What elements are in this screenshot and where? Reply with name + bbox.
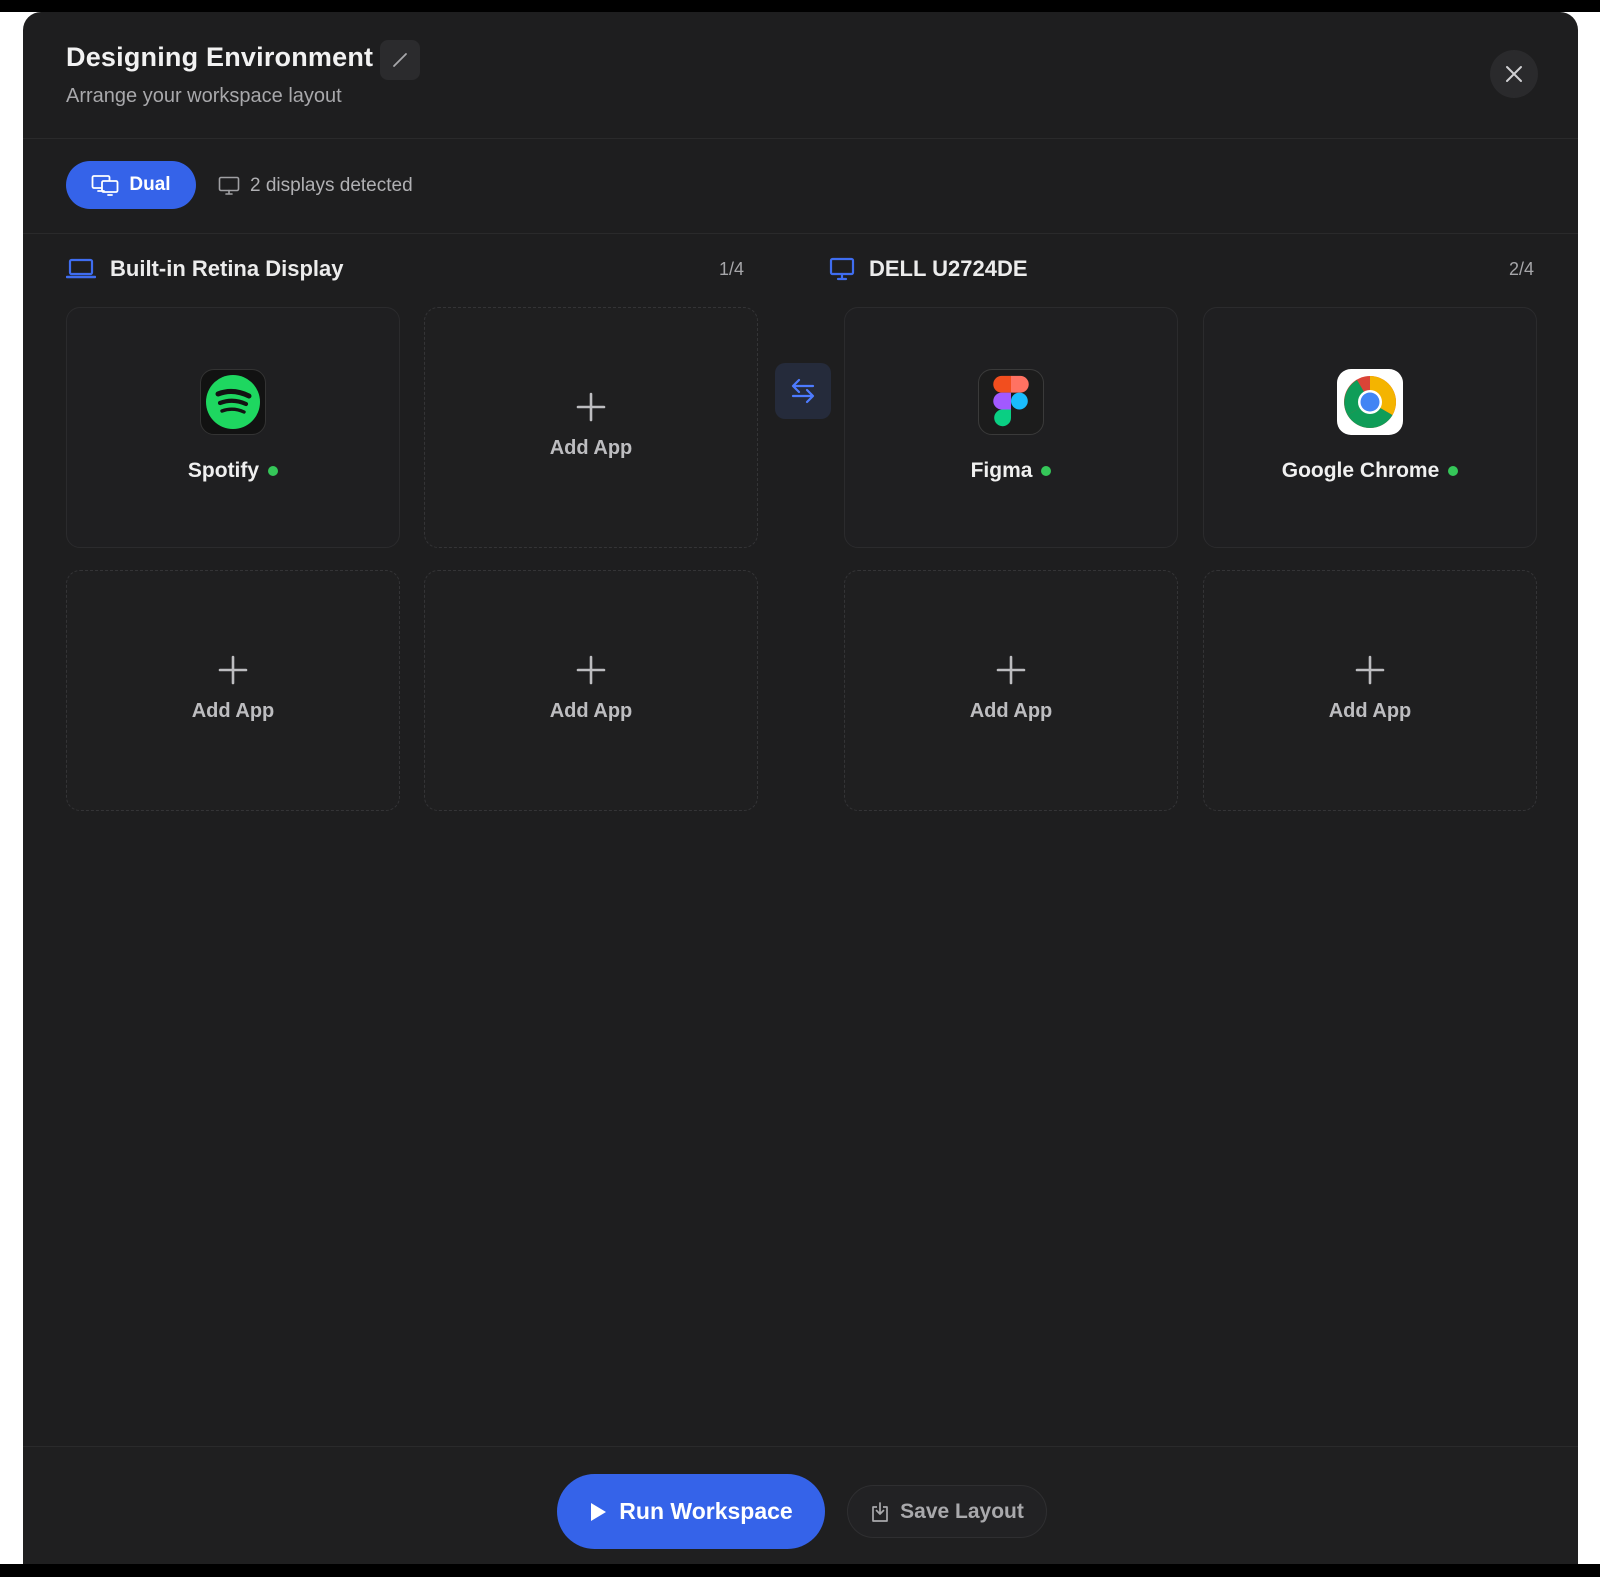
dual-mode-label: Dual (129, 174, 171, 195)
modal-footer: Run Workspace Save Layout (23, 1446, 1578, 1565)
display-slot-count: 2/4 (1509, 259, 1535, 279)
add-app-slot[interactable]: Add App (844, 570, 1178, 811)
dual-monitor-icon (92, 175, 119, 196)
app-slot-spotify[interactable]: Spotify (66, 307, 400, 548)
running-indicator (1448, 465, 1459, 476)
play-icon (591, 1502, 607, 1521)
laptop-icon (66, 258, 96, 279)
app-slot-figma[interactable]: Figma (844, 307, 1178, 548)
displays-detected: 2 displays detected (218, 175, 413, 197)
display-header-dell: DELL U2724DE (829, 254, 1028, 284)
display-slot-count: 1/4 (719, 259, 745, 279)
bottom-edge (0, 1564, 1600, 1577)
running-indicator (268, 465, 279, 476)
monitor-icon (218, 176, 240, 195)
save-layout-button[interactable]: Save Layout (847, 1485, 1047, 1538)
add-app-slot[interactable]: Add App (1203, 570, 1537, 811)
plus-icon (996, 655, 1026, 685)
add-app-label: Add App (969, 700, 1053, 722)
run-workspace-label: Run Workspace (619, 1498, 793, 1524)
app-name: Google Chrome (1282, 459, 1459, 483)
add-app-label: Add App (191, 700, 275, 722)
add-app-label: Add App (549, 437, 633, 459)
modal-header: Designing Environment Arrange your works… (23, 12, 1578, 139)
display-mode-bar: Dual 2 displays detected (23, 140, 1578, 234)
add-app-slot[interactable]: Add App (66, 570, 400, 811)
display-name: DELL U2724DE (869, 256, 1028, 281)
app-name-label: Spotify (187, 458, 260, 482)
add-app-label: Add App (549, 700, 633, 722)
add-app-slot[interactable]: Add App (424, 570, 758, 811)
left-edge (0, 12, 24, 1577)
plus-icon (576, 392, 606, 422)
top-edge (0, 0, 1600, 12)
app-slot-google-chrome[interactable]: Google Chrome (1203, 307, 1537, 548)
save-layout-label: Save Layout (900, 1499, 1024, 1523)
figma-icon (978, 368, 1044, 435)
add-app-label: Add App (1328, 700, 1412, 722)
chrome-icon (1337, 368, 1403, 435)
app-name-label: Google Chrome (1281, 458, 1440, 482)
pencil-icon (393, 53, 407, 67)
swap-displays-button[interactable] (775, 363, 831, 419)
workspace-title: Designing Environment (66, 42, 374, 72)
spotify-icon (200, 368, 266, 435)
close-icon (1506, 66, 1522, 82)
app-name-label: Figma (970, 458, 1033, 482)
workspace-modal: Designing Environment Arrange your works… (23, 12, 1578, 1565)
plus-icon (1355, 655, 1385, 685)
save-icon (872, 1501, 888, 1522)
right-edge (1577, 12, 1600, 1577)
add-app-slot[interactable]: Add App (424, 307, 758, 548)
edit-title-button[interactable] (380, 40, 420, 80)
app-name: Figma (971, 459, 1052, 483)
close-button[interactable] (1490, 50, 1538, 98)
swap-arrows-icon (791, 378, 815, 404)
running-indicator (1041, 465, 1052, 476)
display-header-builtin: Built-in Retina Display (66, 254, 343, 284)
workspace-subtitle: Arrange your workspace layout (66, 85, 342, 107)
display-name: Built-in Retina Display (110, 256, 344, 281)
dual-mode-button[interactable]: Dual (66, 161, 196, 209)
run-workspace-button[interactable]: Run Workspace (557, 1474, 825, 1549)
displays-detected-text: 2 displays detected (250, 175, 413, 196)
plus-icon (576, 655, 606, 685)
monitor-icon (829, 257, 855, 281)
plus-icon (218, 655, 248, 685)
app-name: Spotify (187, 458, 279, 483)
